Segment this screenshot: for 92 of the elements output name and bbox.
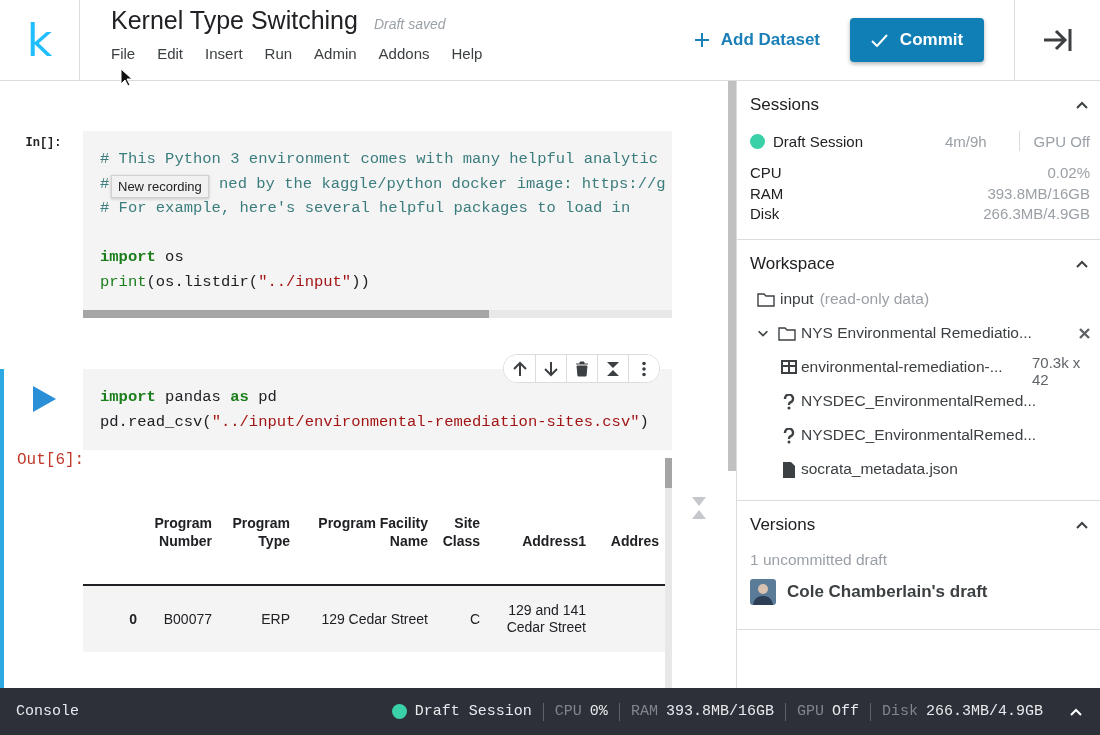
file-name[interactable]: NYSDEC_EnvironmentalRemed...	[801, 391, 1037, 410]
folder-name[interactable]: NYS Environmental Remediatio...	[801, 323, 1032, 342]
file-size: 70.3k x 42	[1032, 353, 1082, 388]
draft-count: 1 uncommitted draft	[750, 550, 888, 569]
add-dataset-button[interactable]: Add Dataset	[694, 30, 820, 50]
code-text: #	[100, 173, 110, 195]
stat-value: Off	[831, 702, 859, 721]
code-text: # This Python 3 environment comes with many helpful analytic	[100, 149, 659, 170]
code-text: pandas	[164, 387, 222, 408]
cell-prompt: In[]:	[25, 136, 62, 152]
avatar-icon	[750, 578, 776, 605]
code-text: "../input"	[258, 271, 352, 293]
arrow-up-icon	[511, 360, 528, 377]
tooltip: New recording	[111, 175, 209, 198]
stat-value: 393.8MB/16GB	[665, 702, 774, 721]
session-name: Draft Session	[773, 132, 864, 150]
scrollbar-thumb[interactable]	[83, 310, 490, 318]
stat-value: 0%	[589, 702, 608, 721]
table-cell: 129 Cedar Street	[296, 585, 434, 652]
console-label[interactable]: Console	[16, 703, 79, 720]
gpu-status: GPU Off	[1033, 132, 1090, 150]
stat-value: 266.3MB/4.9GB	[925, 702, 1043, 721]
draft-name[interactable]: Cole Chamberlain's draft	[787, 581, 988, 602]
save-status: Draft saved	[373, 16, 446, 32]
code-text: pd.read_csv(	[100, 411, 212, 433]
code-text: print	[100, 271, 147, 293]
menu-item[interactable]: File	[111, 45, 136, 62]
folder-icon	[757, 291, 775, 307]
arrow-to-right-icon	[1043, 29, 1072, 51]
code-cell[interactable]: import pandas as pd pd.read_csv("../input/environmental-remediation-sites.csv")	[83, 369, 672, 450]
table-cell: B00077	[143, 585, 218, 652]
menu-item[interactable]: Insert	[205, 45, 243, 62]
check-icon	[870, 33, 888, 47]
collapse-icon	[605, 360, 621, 377]
folder-icon	[778, 325, 796, 341]
section-title: Versions	[750, 514, 816, 535]
menu-item[interactable]: Help	[451, 45, 483, 62]
row-index: 0	[83, 585, 143, 652]
scrollbar-thumb[interactable]	[665, 458, 672, 488]
folder-note: (read-only data)	[819, 289, 930, 308]
stat-label: RAM	[750, 183, 784, 204]
code-cell[interactable]	[83, 131, 672, 318]
section-title: Sessions	[750, 95, 819, 115]
code-text: import	[100, 247, 156, 268]
close-icon[interactable]	[1079, 327, 1090, 339]
commit-button[interactable]: Commit	[850, 18, 984, 62]
scrollbar-thumb[interactable]	[728, 81, 736, 471]
code-text: "../input/environmental-remediation-sites.csv"	[211, 411, 640, 433]
session-time: 4m/9h	[944, 132, 987, 150]
code-text: ))	[351, 271, 370, 293]
file-icon	[783, 461, 795, 478]
menu-item[interactable]: Run	[264, 45, 293, 62]
trash-icon	[574, 360, 590, 377]
folder-name[interactable]: input	[780, 289, 814, 308]
stat-label: CPU	[750, 163, 782, 183]
mouse-pointer-icon	[120, 68, 132, 88]
session-name: Draft Session	[414, 702, 532, 721]
arrow-down-icon	[543, 360, 559, 377]
notebook-title[interactable]: Kernel Type Switching	[111, 6, 358, 35]
run-icon[interactable]	[30, 385, 57, 413]
code-text: import	[100, 387, 156, 408]
table-cell: ERP	[218, 585, 296, 652]
file-name[interactable]: socrata_metadata.json	[801, 459, 958, 478]
table-cell: 129 and 141 Cedar Street	[486, 585, 592, 652]
table-icon	[781, 359, 797, 374]
file-name[interactable]: NYSDEC_EnvironmentalRemed...	[801, 425, 1037, 444]
code-text: )	[639, 411, 649, 433]
menu-item[interactable]: Edit	[157, 45, 184, 62]
stat-label: Disk	[881, 702, 918, 721]
code-text: pd	[257, 387, 277, 408]
stat-value: 0.02%	[1047, 163, 1090, 183]
stat-label: RAM	[630, 702, 658, 721]
section-title: Workspace	[750, 253, 835, 274]
code-text: (os.listdir(	[146, 271, 259, 293]
code-text: # For example, here's several helpful packages to load in	[100, 198, 631, 219]
question-icon	[783, 393, 795, 410]
menu-item[interactable]: Admin	[314, 45, 357, 62]
menu-item[interactable]: Addons	[378, 45, 430, 62]
output-prompt: Out[6]:	[17, 451, 85, 469]
more-button[interactable]	[628, 355, 659, 382]
code-text: ned by the kaggle/python docker image: https://g	[219, 173, 666, 195]
stat-value: 266.3MB/4.9GB	[983, 204, 1090, 224]
stat-label: Disk	[750, 204, 780, 224]
stat-value: 393.8MB/16GB	[987, 183, 1090, 204]
plus-icon	[694, 33, 709, 47]
table-cell: C	[434, 585, 486, 652]
file-name[interactable]: environmental-remediation-...	[801, 357, 1003, 376]
code-text: as	[230, 387, 249, 408]
stat-label: CPU	[554, 702, 582, 721]
code-text: os	[164, 247, 184, 268]
stat-label: GPU	[796, 702, 824, 721]
question-icon	[783, 427, 795, 444]
